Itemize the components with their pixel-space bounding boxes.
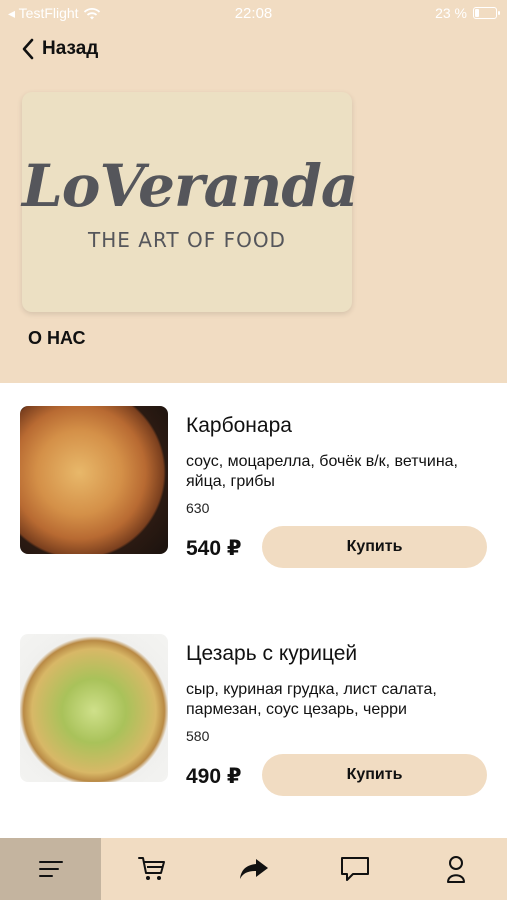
battery-icon xyxy=(473,7,500,19)
battery-percent: 23 % xyxy=(435,5,467,21)
share-arrow-icon xyxy=(239,859,268,879)
status-bar: ◂ TestFlight 22:08 23 % xyxy=(0,0,507,28)
back-label: Назад xyxy=(42,38,99,59)
about-link[interactable]: О НАС xyxy=(28,328,86,349)
logo-tagline: THE ART OF FOOD xyxy=(88,228,286,252)
status-battery: 23 % xyxy=(435,5,500,21)
tab-share[interactable] xyxy=(203,838,304,900)
buy-button[interactable]: Купить xyxy=(262,526,487,568)
product-card: Цезарь с курицей сыр, куриная грудка, ли… xyxy=(0,634,507,804)
product-description: соус, моцарелла, бочёк в/к, ветчина, яйц… xyxy=(186,453,458,490)
product-price: 540 ₽ xyxy=(186,537,242,560)
tab-menu[interactable] xyxy=(0,838,102,900)
tab-profile[interactable] xyxy=(406,838,507,900)
cart-icon xyxy=(138,857,166,880)
chat-icon xyxy=(340,857,369,881)
product-image[interactable] xyxy=(20,634,168,782)
logo-brand: LoVeranda xyxy=(22,152,359,220)
product-name: Карбонара xyxy=(186,414,292,437)
chevron-left-icon xyxy=(22,38,34,60)
product-image[interactable] xyxy=(20,406,168,554)
status-time: 22:08 xyxy=(234,5,273,22)
tab-cart[interactable] xyxy=(101,838,202,900)
profile-icon xyxy=(447,856,466,883)
back-button[interactable]: Назад xyxy=(22,38,98,60)
tab-chat[interactable] xyxy=(304,838,405,900)
product-price: 490 ₽ xyxy=(186,765,242,788)
tab-bar xyxy=(0,838,507,900)
product-name: Цезарь с курицей xyxy=(186,642,358,665)
product-weight: 630 xyxy=(186,500,210,516)
product-description: сыр, куриная грудка, лист салата, пармез… xyxy=(186,681,437,718)
buy-button[interactable]: Купить xyxy=(262,754,487,796)
product-card: Карбонара соус, моцарелла, бочёк в/к, ве… xyxy=(0,406,507,576)
menu-icon xyxy=(38,861,63,877)
product-weight: 580 xyxy=(186,728,210,744)
restaurant-logo-card: LoVeranda THE ART OF FOOD xyxy=(22,92,359,312)
